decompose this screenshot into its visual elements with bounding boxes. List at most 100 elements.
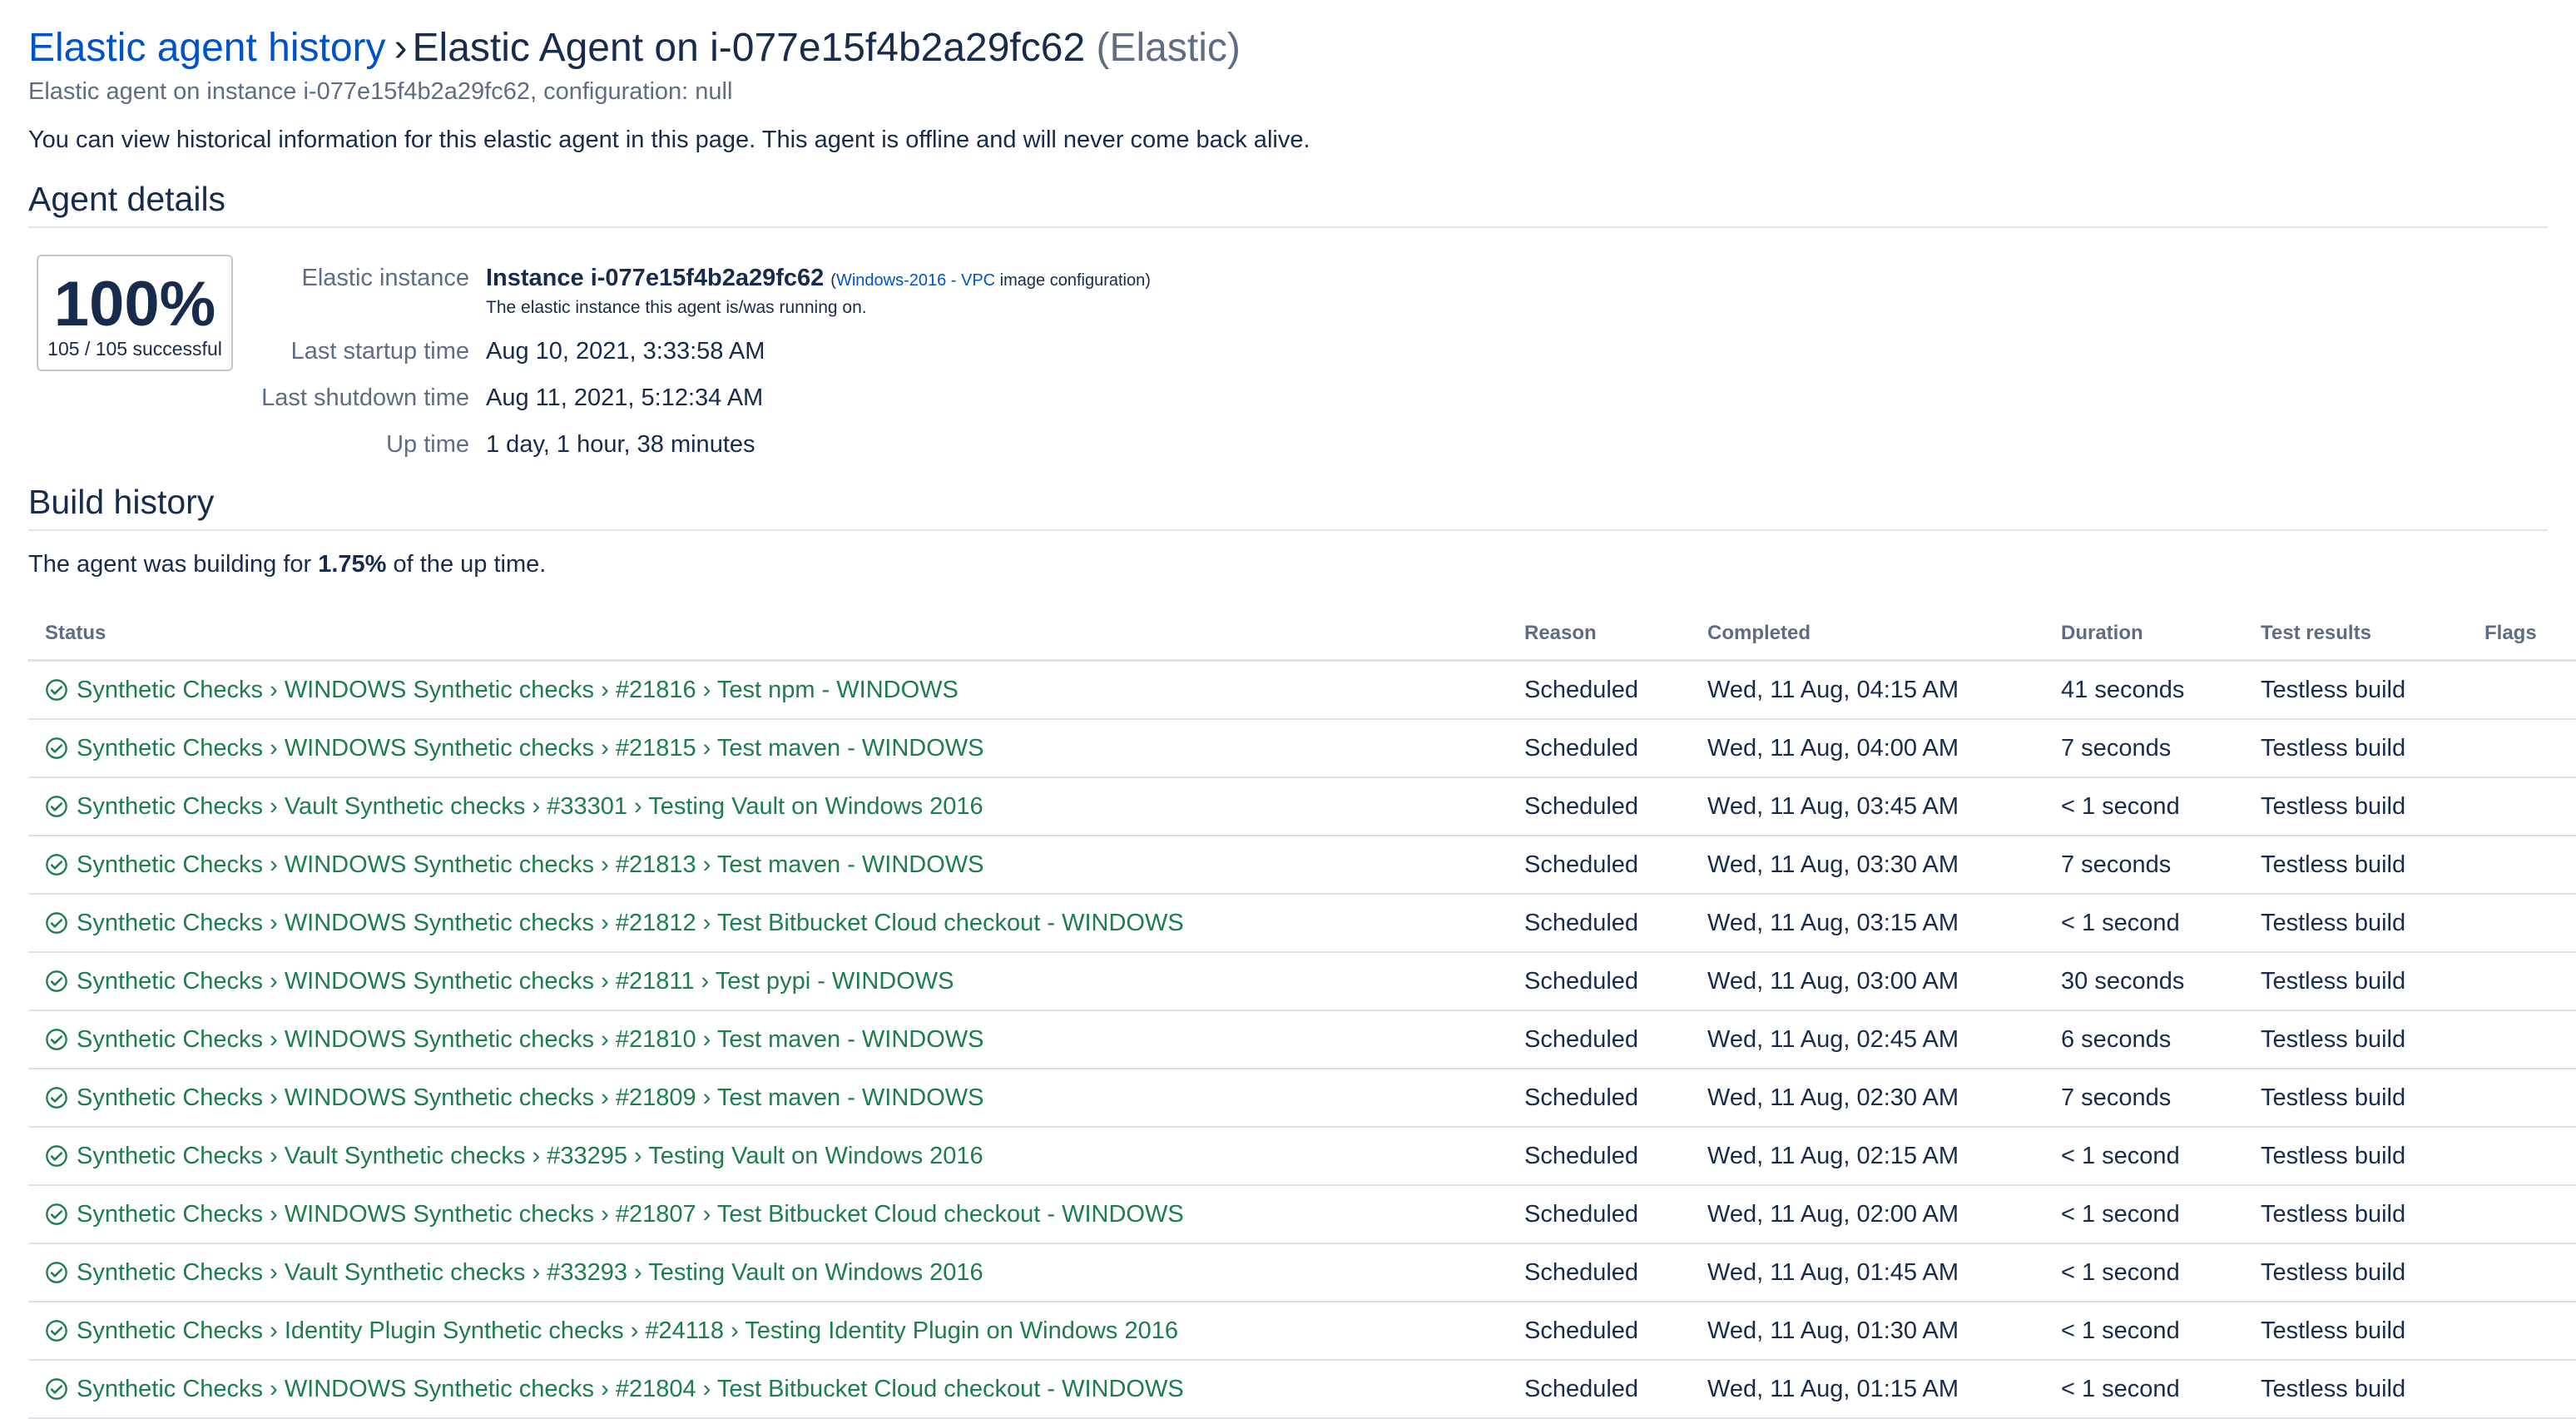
completed-cell: Wed, 11 Aug, 04:00 AM [1691,719,2044,778]
completed-cell: Wed, 11 Aug, 01:30 AM [1691,1302,2044,1361]
status-cell: Synthetic Checks › Identity Plugin Synth… [28,1302,1508,1361]
flags-cell [2468,894,2576,953]
reason-cell: Scheduled [1508,894,1691,953]
table-row: Synthetic Checks › Vault Synthetic check… [28,777,2576,836]
reason-cell: Scheduled [1508,836,1691,895]
success-check-icon [45,795,68,818]
status-cell: Synthetic Checks › Vault Synthetic check… [28,777,1508,836]
status-cell: Synthetic Checks › Vault Synthetic check… [28,1243,1508,1302]
last-shutdown-label: Last shutdown time [261,385,469,411]
table-row: Synthetic Checks › WINDOWS Synthetic che… [28,1360,2576,1419]
elastic-instance-label: Elastic instance [301,265,470,291]
test-results-cell: Testless build [2244,1360,2468,1419]
completed-cell: Wed, 11 Aug, 01:45 AM [1691,1243,2044,1302]
build-result-link[interactable]: Synthetic Checks › Vault Synthetic check… [77,1143,983,1169]
duration-cell: 7 seconds [2044,719,2244,778]
duration-cell: < 1 second [2044,894,2244,953]
build-result-link[interactable]: Synthetic Checks › WINDOWS Synthetic che… [77,735,984,762]
instance-name: Instance i-077e15f4b2a29fc62 [486,265,825,291]
status-cell: Synthetic Checks › WINDOWS Synthetic che… [28,1069,1508,1128]
flags-cell [2468,777,2576,836]
flags-cell [2468,952,2576,1011]
build-result-link[interactable]: Synthetic Checks › Vault Synthetic check… [77,1259,983,1286]
success-rate-box: 100% 105 / 105 successful [37,255,233,371]
table-row: Synthetic Checks › WINDOWS Synthetic che… [28,836,2576,895]
build-rows: Synthetic Checks › WINDOWS Synthetic che… [28,660,2576,1419]
test-results-cell: Testless build [2244,1243,2468,1302]
agent-details-divider [28,226,2548,228]
reason-cell: Scheduled [1508,1360,1691,1419]
table-row: Synthetic Checks › WINDOWS Synthetic che… [28,894,2576,953]
duration-cell: 41 seconds [2044,660,2244,720]
success-check-icon [45,678,68,702]
duration-cell: < 1 second [2044,1302,2244,1361]
table-row: Synthetic Checks › Identity Plugin Synth… [28,1302,2576,1361]
success-check-icon [45,911,68,935]
breadcrumb-separator: › [394,26,408,70]
status-cell: Synthetic Checks › WINDOWS Synthetic che… [28,836,1508,895]
status-cell: Synthetic Checks › WINDOWS Synthetic che… [28,952,1508,1011]
build-result-link[interactable]: Synthetic Checks › Identity Plugin Synth… [77,1317,1178,1344]
completed-cell: Wed, 11 Aug, 02:45 AM [1691,1010,2044,1069]
building-prefix: The agent was building for [28,551,319,578]
up-time-label: Up time [386,431,469,458]
success-percent: 100% [53,269,216,340]
test-results-cell: Testless build [2244,660,2468,720]
completed-cell: Wed, 11 Aug, 03:45 AM [1691,777,2044,836]
instance-note: The elastic instance this agent is/was r… [486,298,867,317]
build-result-link[interactable]: Synthetic Checks › WINDOWS Synthetic che… [77,1201,1184,1228]
reason-cell: Scheduled [1508,1127,1691,1186]
success-count: 105 / 105 successful [47,338,222,360]
table-row: Synthetic Checks › WINDOWS Synthetic che… [28,660,2576,720]
completed-cell: Wed, 11 Aug, 02:15 AM [1691,1127,2044,1186]
test-results-cell: Testless build [2244,777,2468,836]
column-header-test-results: Test results [2244,608,2468,662]
instance-meta-open: ( [830,271,836,290]
flags-cell [2468,1360,2576,1419]
build-result-link[interactable]: Synthetic Checks › WINDOWS Synthetic che… [77,1026,984,1053]
completed-cell: Wed, 11 Aug, 03:30 AM [1691,836,2044,895]
build-result-link[interactable]: Synthetic Checks › WINDOWS Synthetic che… [77,1376,1184,1402]
image-configuration-link[interactable]: Windows-2016 - VPC [836,271,995,290]
column-header-status: Status [28,608,1508,662]
duration-cell: 30 seconds [2044,952,2244,1011]
status-cell: Synthetic Checks › WINDOWS Synthetic che… [28,1185,1508,1244]
status-cell: Synthetic Checks › WINDOWS Synthetic che… [28,660,1508,720]
agent-history-page: Elastic agent history › Elastic Agent on i… [0,0,2576,1419]
success-check-icon [45,1261,68,1284]
table-row: Synthetic Checks › WINDOWS Synthetic che… [28,1185,2576,1244]
page-title: Elastic agent history › Elastic Agent on i… [28,23,1241,73]
intro-text: You can view historical information for … [28,127,1310,153]
table-row: Synthetic Checks › WINDOWS Synthetic che… [28,952,2576,1011]
reason-cell: Scheduled [1508,660,1691,720]
build-result-link[interactable]: Synthetic Checks › WINDOWS Synthetic che… [77,677,959,703]
build-result-link[interactable]: Synthetic Checks › WINDOWS Synthetic che… [77,1084,984,1111]
building-summary: The agent was building for 1.75% of the … [28,551,546,578]
duration-cell: 7 seconds [2044,1069,2244,1128]
flags-cell [2468,836,2576,895]
completed-cell: Wed, 11 Aug, 03:00 AM [1691,952,2044,1011]
build-history-heading: Build history [28,483,215,521]
status-cell: Synthetic Checks › WINDOWS Synthetic che… [28,894,1508,953]
success-check-icon [45,970,68,993]
success-check-icon [45,737,68,760]
duration-cell: 7 seconds [2044,836,2244,895]
column-header-duration: Duration [2044,608,2244,662]
build-history-divider [28,529,2548,531]
last-shutdown-value: Aug 11, 2021, 5:12:34 AM [486,385,764,411]
test-results-cell: Testless build [2244,1127,2468,1186]
test-results-cell: Testless build [2244,836,2468,895]
duration-cell: < 1 second [2044,777,2244,836]
completed-cell: Wed, 11 Aug, 03:15 AM [1691,894,2044,953]
build-result-link[interactable]: Synthetic Checks › WINDOWS Synthetic che… [77,968,954,995]
breadcrumb-link[interactable]: Elastic agent history [28,26,386,70]
status-cell: Synthetic Checks › WINDOWS Synthetic che… [28,1010,1508,1069]
table-row: Synthetic Checks › Vault Synthetic check… [28,1243,2576,1302]
table-row: Synthetic Checks › WINDOWS Synthetic che… [28,1069,2576,1128]
build-result-link[interactable]: Synthetic Checks › Vault Synthetic check… [77,793,983,820]
flags-cell [2468,1069,2576,1128]
build-result-link[interactable]: Synthetic Checks › WINDOWS Synthetic che… [77,851,984,878]
success-check-icon [45,1144,68,1168]
table-row: Synthetic Checks › WINDOWS Synthetic che… [28,1010,2576,1069]
build-result-link[interactable]: Synthetic Checks › WINDOWS Synthetic che… [77,910,1184,936]
